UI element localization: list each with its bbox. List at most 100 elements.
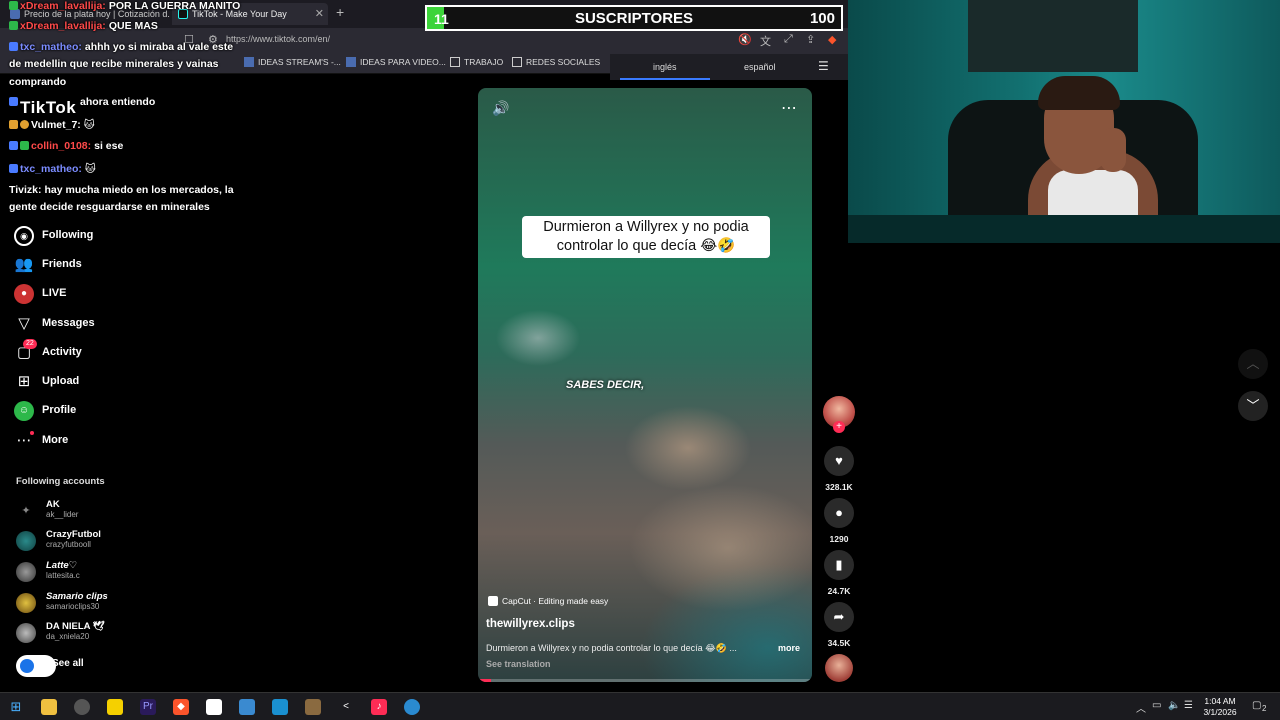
obs-icon[interactable] bbox=[74, 699, 90, 715]
sidebar-item-friends[interactable]: 👥 Friends bbox=[14, 254, 214, 276]
sidebar-item-following[interactable]: ◉ Following bbox=[14, 225, 214, 247]
capcut-app-icon[interactable]: < bbox=[338, 699, 354, 715]
sidebar-item-label: More bbox=[42, 434, 69, 446]
open-external-icon[interactable]: ⤢ bbox=[784, 33, 793, 46]
share-button[interactable]: ➦ bbox=[824, 602, 854, 632]
sound-avatar[interactable] bbox=[825, 654, 853, 682]
chat-message: xDream_lavallija: POR LA GUERRA MANITO bbox=[9, 0, 240, 12]
live-icon: ● bbox=[14, 284, 34, 304]
like-count: 328.1K bbox=[825, 482, 853, 492]
app-icon[interactable] bbox=[272, 699, 288, 715]
translate-menu-icon[interactable]: ☰ bbox=[818, 59, 829, 73]
background-shelf bbox=[968, 0, 1138, 72]
caption-line: controlar lo que decía 😂🤣 bbox=[556, 238, 736, 254]
close-tab-icon[interactable]: ✕ bbox=[315, 3, 324, 25]
premiere-icon[interactable]: Pr bbox=[140, 699, 156, 715]
taskbar: ⊞ Pr ◆ < ♪ ︿ ▭ 🔈 ☰ 1:04 AM 3/1/2026 ▢ 2 bbox=[0, 692, 1280, 720]
globe-icon[interactable] bbox=[404, 699, 420, 715]
sidebar-item-live[interactable]: ● LIVE bbox=[14, 283, 214, 305]
chat-text: si ese bbox=[94, 140, 124, 152]
bookmark-label: IDEAS STREAM'S -... bbox=[258, 57, 341, 67]
chat-username: xDream_lavallija: bbox=[20, 0, 106, 12]
brave-icon[interactable]: ◆ bbox=[173, 699, 189, 715]
brave-shield-icon[interactable]: ◆ bbox=[828, 33, 836, 46]
see-translation-link[interactable]: See translation bbox=[486, 659, 551, 669]
new-tab-button[interactable]: + bbox=[336, 4, 344, 20]
sidebar-item-upload[interactable]: ⊞ Upload bbox=[14, 371, 214, 393]
notification-count: 2 bbox=[1262, 704, 1267, 713]
next-video-button[interactable]: ﹀ bbox=[1238, 391, 1268, 421]
previous-video-button[interactable]: ︿ bbox=[1238, 349, 1268, 379]
windows-start-icon[interactable]: ⊞ bbox=[8, 699, 24, 715]
following-account[interactable]: ✦ AK ak__lider bbox=[16, 499, 216, 525]
following-account[interactable]: CrazyFutbol crazyfutbooll bbox=[16, 529, 216, 555]
following-account[interactable]: DA NIELA 🕊 da_xniela20 bbox=[16, 621, 216, 647]
bookmark-label: TRABAJO bbox=[464, 57, 504, 67]
translate-bar: inglés español ☰ bbox=[610, 54, 848, 80]
activity-badge: 22 bbox=[23, 339, 37, 349]
following-account[interactable]: Latte♡ lattesita.c bbox=[16, 560, 216, 586]
sidebar-item-label: Messages bbox=[42, 317, 95, 329]
volume-icon[interactable]: 🔊 bbox=[492, 100, 509, 117]
avatar bbox=[16, 562, 36, 582]
language-icon[interactable]: ☰ bbox=[1184, 700, 1193, 711]
video-author[interactable]: thewillyrex.clips bbox=[486, 618, 575, 630]
chat-username: collin_0108: bbox=[31, 140, 92, 152]
comment-button[interactable]: ● bbox=[824, 498, 854, 528]
bookmark-icon: ▮ bbox=[835, 557, 843, 572]
chat-message: xDream_lavallija: QUE MAS bbox=[9, 20, 158, 32]
chat-message: Tivizk: hay mucha miedo en los mercados, … bbox=[9, 184, 234, 196]
volume-tray-icon[interactable]: 🔈 bbox=[1168, 700, 1180, 711]
follow-plus-icon[interactable]: + bbox=[833, 421, 845, 433]
notepad-icon[interactable] bbox=[239, 699, 255, 715]
mute-icon[interactable]: 🔇 bbox=[738, 33, 752, 46]
sidebar-item-profile[interactable]: ☺ Profile bbox=[14, 400, 214, 422]
sidebar-item-messages[interactable]: ▽ Messages bbox=[14, 313, 214, 335]
tiktok-app-icon[interactable]: ♪ bbox=[371, 699, 387, 715]
system-clock[interactable]: 1:04 AM 3/1/2026 bbox=[1200, 696, 1240, 718]
like-button[interactable]: ♥ bbox=[824, 446, 854, 476]
translate-icon[interactable]: 文 bbox=[760, 33, 771, 49]
chat-username: Tivizk: bbox=[9, 184, 42, 196]
subscriber-goal-label: SUSCRIPTORES bbox=[574, 10, 694, 27]
chat-message: Vulmet_7: 🐱 bbox=[9, 119, 95, 131]
streamer-hair bbox=[1038, 76, 1120, 110]
translate-to-tab[interactable]: español bbox=[744, 62, 776, 72]
bookmark-trabajo[interactable]: TRABAJO bbox=[450, 57, 503, 67]
following-account[interactable]: Samario clips samarioclips30 bbox=[16, 591, 216, 617]
video-player[interactable]: 🔊 ⋯ Durmieron a Willyrex y no podia cont… bbox=[478, 88, 812, 682]
stream-chat-overlay: xDream_lavallija: POR LA GUERRA MANITO xD… bbox=[0, 0, 270, 220]
sidebar-item-activity[interactable]: ▢ 22 Activity bbox=[14, 339, 214, 364]
account-name: CrazyFutbol bbox=[46, 529, 101, 540]
account-handle: crazyfutbooll bbox=[46, 540, 91, 549]
save-button[interactable]: ▮ bbox=[824, 550, 854, 580]
see-all-link[interactable]: See all bbox=[52, 658, 84, 669]
sidebar-item-label: Activity bbox=[42, 346, 82, 358]
bookmark-ideas-video[interactable]: IDEAS PARA VIDEO... bbox=[346, 57, 446, 67]
more-options-icon[interactable]: ⋯ bbox=[781, 98, 798, 118]
caption-line: Durmieron a Willyrex y no podia bbox=[543, 219, 749, 235]
bookmark-label: REDES SOCIALES bbox=[526, 57, 601, 67]
file-explorer-icon[interactable] bbox=[41, 699, 57, 715]
video-frame bbox=[478, 88, 812, 682]
video-description: Durmieron a Willyrex y no podia controla… bbox=[486, 643, 737, 653]
document-icon[interactable] bbox=[206, 699, 222, 715]
notifications-icon[interactable]: ▢ bbox=[1252, 700, 1261, 711]
bookmark-redes-sociales[interactable]: REDES SOCIALES bbox=[512, 57, 600, 67]
account-name: Latte♡ bbox=[46, 560, 78, 571]
share-icon[interactable]: ⇪ bbox=[806, 33, 815, 46]
description-more-button[interactable]: more bbox=[778, 643, 800, 653]
sidebar-item-more[interactable]: ⋯ More bbox=[14, 430, 214, 452]
floor-shadow bbox=[848, 215, 1280, 243]
tray-chevron-up-icon[interactable]: ︿ bbox=[1136, 700, 1146, 715]
translate-from-tab[interactable]: inglés bbox=[653, 62, 677, 72]
chat-text: comprando bbox=[9, 76, 67, 88]
video-progress-bar[interactable] bbox=[478, 679, 812, 682]
sticky-notes-icon[interactable] bbox=[107, 699, 123, 715]
capcut-tag[interactable]: CapCut · Editing made easy bbox=[488, 596, 608, 606]
network-icon[interactable]: ▭ bbox=[1152, 700, 1161, 711]
sidebar-item-label: Profile bbox=[42, 404, 77, 416]
sidebar-item-label: Friends bbox=[42, 258, 82, 270]
extension-toggle-pill[interactable] bbox=[16, 655, 56, 677]
package-icon[interactable] bbox=[305, 699, 321, 715]
